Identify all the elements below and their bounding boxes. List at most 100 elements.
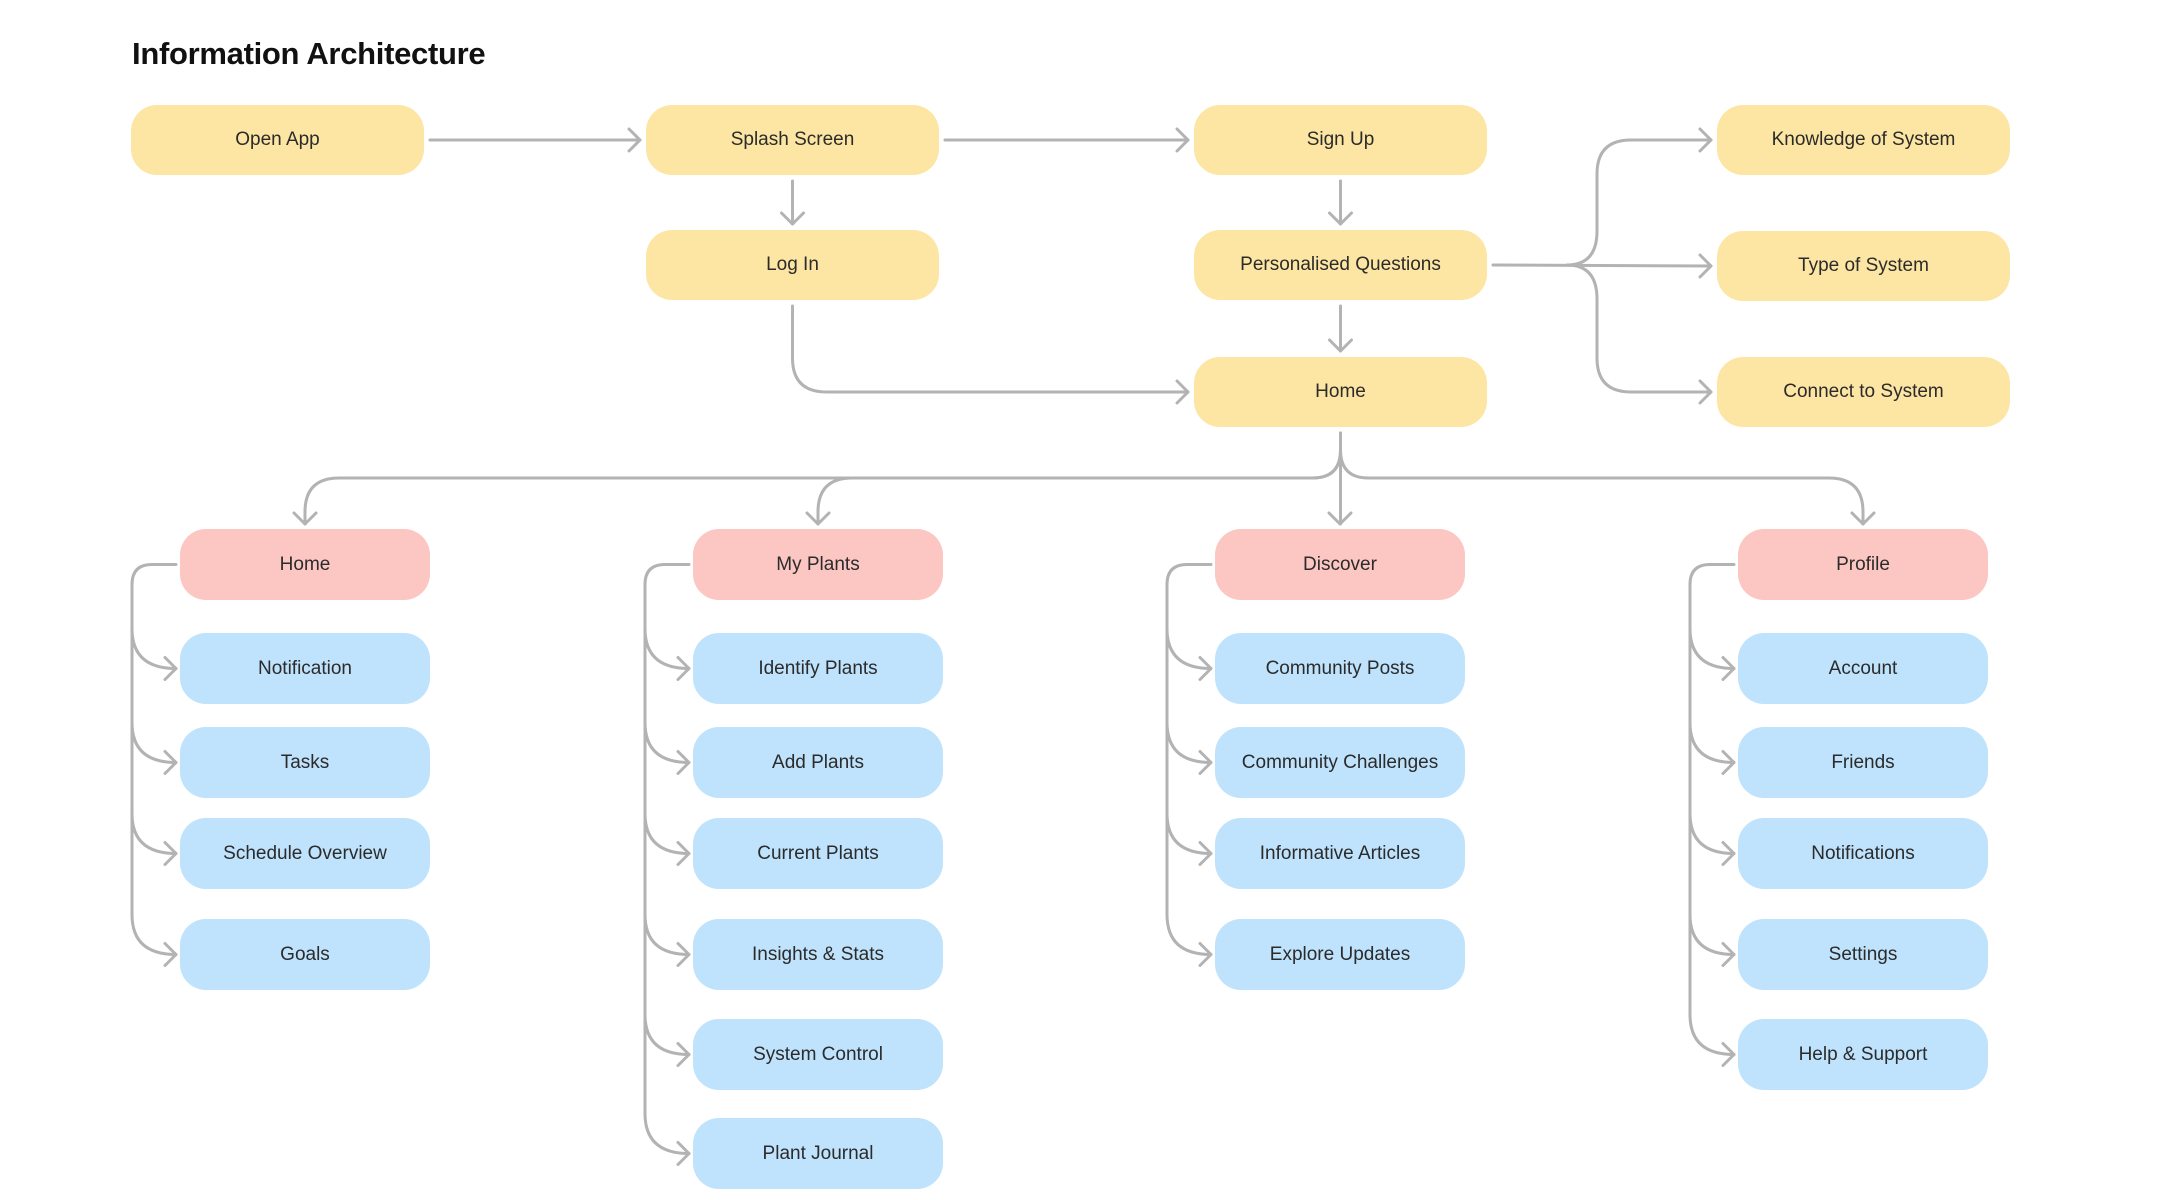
arrowhead-right <box>163 656 178 681</box>
edge-questions-to-type <box>1491 263 1713 268</box>
node-personalised-questions[interactable]: Personalised Questions <box>1194 230 1487 300</box>
arrowhead-down <box>292 511 318 526</box>
child-connector <box>1688 627 1736 670</box>
child-connector <box>130 812 178 855</box>
page-node-help-and-support[interactable]: Help & Support <box>1738 1019 1988 1090</box>
node-label: Open App <box>235 129 320 150</box>
arrowhead-right <box>676 750 691 775</box>
node-label: Profile <box>1836 553 1890 575</box>
arrowhead-down <box>1327 511 1353 526</box>
node-label: Community Posts <box>1265 657 1415 679</box>
arrowhead-down <box>1850 511 1876 526</box>
page-node-settings[interactable]: Settings <box>1738 919 1988 990</box>
node-label: Connect to System <box>1783 381 1944 402</box>
section-rail <box>130 563 178 916</box>
section-node-my-plants[interactable]: My Plants <box>693 529 943 600</box>
page-node-goals[interactable]: Goals <box>180 919 430 990</box>
arrowhead-right <box>1721 750 1736 775</box>
page-node-current-plants[interactable]: Current Plants <box>693 818 943 889</box>
page-node-notification[interactable]: Notification <box>180 633 430 704</box>
node-open-app[interactable]: Open App <box>131 105 424 175</box>
arrowhead-right <box>1698 379 1713 405</box>
node-splash-screen[interactable]: Splash Screen <box>646 105 939 175</box>
child-connector <box>1688 812 1736 855</box>
node-label: Tasks <box>280 751 330 773</box>
page-node-tasks[interactable]: Tasks <box>180 727 430 798</box>
arrowhead-down <box>780 211 805 226</box>
page-node-system-control[interactable]: System Control <box>693 1019 943 1090</box>
node-knowledge-of-system[interactable]: Knowledge of System <box>1717 105 2010 175</box>
node-sign-up[interactable]: Sign Up <box>1194 105 1487 175</box>
arrowhead-right <box>1175 127 1190 153</box>
node-label: Informative Articles <box>1259 842 1421 864</box>
arrowhead-right <box>676 1141 691 1166</box>
section-node-discover[interactable]: Discover <box>1215 529 1465 600</box>
edge-log-in-to-home <box>791 304 1190 394</box>
page-node-plant-journal[interactable]: Plant Journal <box>693 1118 943 1189</box>
arrowhead-right <box>1198 942 1213 967</box>
section-rail <box>643 563 691 1115</box>
arrowhead-right <box>1721 841 1736 866</box>
arrowhead-right <box>1198 656 1213 681</box>
node-label: Explore Updates <box>1269 943 1411 965</box>
node-label: Account <box>1828 657 1898 679</box>
page-title: Information Architecture <box>132 36 486 71</box>
arrowhead-right <box>676 656 691 681</box>
child-connector <box>643 1112 691 1155</box>
arrowhead-right <box>163 841 178 866</box>
node-label: Identify Plants <box>758 657 878 679</box>
node-label: Home <box>1315 381 1366 402</box>
page-node-notifications[interactable]: Notifications <box>1738 818 1988 889</box>
child-connector <box>130 913 178 956</box>
node-label: Current Plants <box>757 842 879 864</box>
node-label: Personalised Questions <box>1240 254 1441 275</box>
child-connector <box>1165 627 1213 670</box>
page-node-identify-plants[interactable]: Identify Plants <box>693 633 943 704</box>
page-node-account[interactable]: Account <box>1738 633 1988 704</box>
node-label: Schedule Overview <box>223 842 387 864</box>
node-label: Type of System <box>1798 255 1929 276</box>
node-label: Plant Journal <box>762 1142 874 1164</box>
section-node-home[interactable]: Home <box>180 529 430 600</box>
page-node-explore-updates[interactable]: Explore Updates <box>1215 919 1465 990</box>
node-home[interactable]: Home <box>1194 357 1487 427</box>
child-connector <box>643 812 691 855</box>
page-node-insights-and-stats[interactable]: Insights & Stats <box>693 919 943 990</box>
child-connector <box>1165 812 1213 855</box>
edge-home-to-section-home <box>303 431 1342 526</box>
edge-home-to-section-profile <box>1339 431 1865 526</box>
page-node-community-challenges[interactable]: Community Challenges <box>1215 727 1465 798</box>
child-connector <box>643 1013 691 1056</box>
node-label: Discover <box>1303 553 1377 575</box>
edge-questions-to-knowledge <box>1565 138 1713 267</box>
arrowhead-down <box>1328 338 1353 353</box>
edge-questions-to-connect <box>1565 263 1713 394</box>
node-label: Home <box>279 553 331 575</box>
node-label: Knowledge of System <box>1771 129 1956 150</box>
node-label: System Control <box>753 1043 883 1065</box>
page-node-community-posts[interactable]: Community Posts <box>1215 633 1465 704</box>
section-rail <box>1688 563 1736 1016</box>
page-node-add-plants[interactable]: Add Plants <box>693 727 943 798</box>
node-label: Log In <box>766 254 819 275</box>
node-label: Sign Up <box>1306 129 1375 150</box>
node-log-in[interactable]: Log In <box>646 230 939 300</box>
arrowhead-right <box>1198 841 1213 866</box>
child-connector <box>1165 913 1213 956</box>
arrowhead-right <box>676 942 691 967</box>
node-label: Community Challenges <box>1241 751 1439 773</box>
page-node-informative-articles[interactable]: Informative Articles <box>1215 818 1465 889</box>
section-node-profile[interactable]: Profile <box>1738 529 1988 600</box>
node-label: Friends <box>1831 751 1895 773</box>
node-connect-to-system[interactable]: Connect to System <box>1717 357 2010 427</box>
page-node-schedule-overview[interactable]: Schedule Overview <box>180 818 430 889</box>
child-connector <box>130 721 178 764</box>
node-label: Help & Support <box>1798 1043 1928 1065</box>
edge-home-to-section-my-plants <box>816 431 1342 526</box>
node-type-of-system[interactable]: Type of System <box>1717 231 2010 301</box>
arrowhead-right <box>1721 656 1736 681</box>
child-connector <box>130 627 178 670</box>
page-node-friends[interactable]: Friends <box>1738 727 1988 798</box>
arrowhead-right <box>627 127 642 153</box>
node-label: Insights & Stats <box>751 943 884 965</box>
